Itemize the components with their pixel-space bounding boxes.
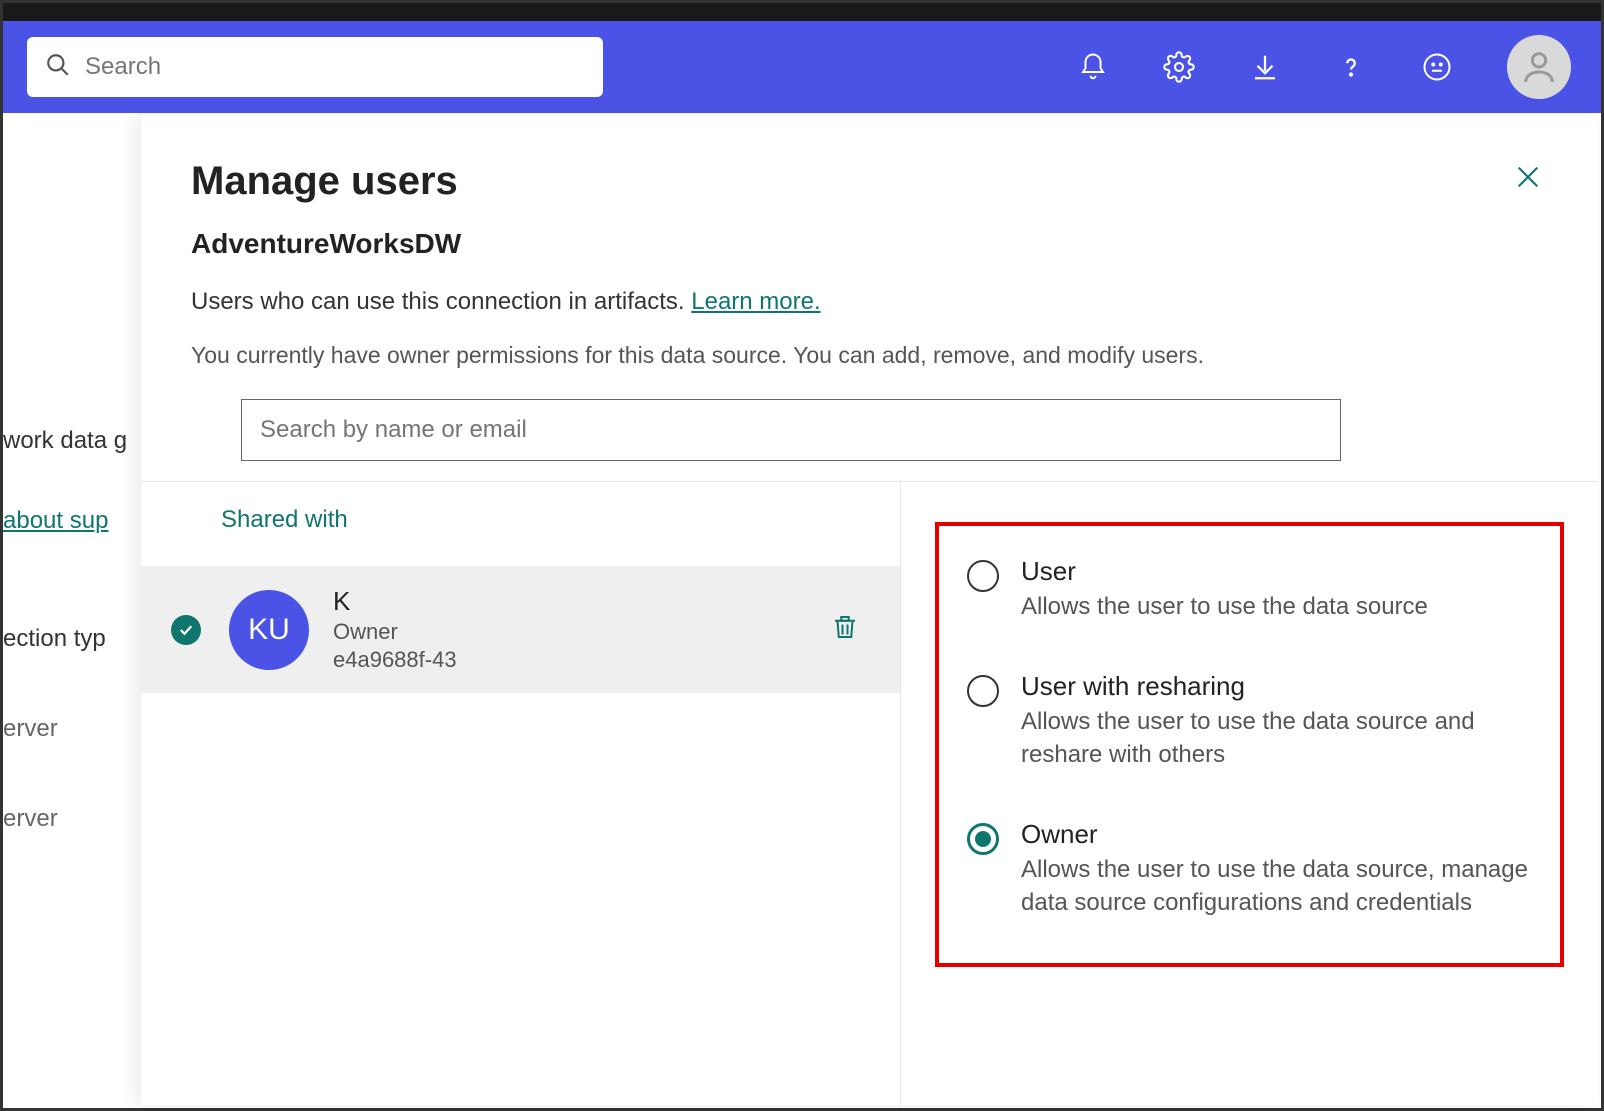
user-search[interactable] (241, 399, 1341, 461)
role-column: User Allows the user to use the data sour… (901, 482, 1598, 1105)
delete-user-button[interactable] (830, 612, 860, 647)
help-icon[interactable] (1335, 51, 1367, 83)
bg-text: work data g (3, 427, 143, 455)
bg-link[interactable]: about sup (3, 507, 143, 535)
window-chrome-strip (3, 3, 1601, 21)
panel-owner-note: You currently have owner permissions for… (191, 342, 1538, 369)
user-row[interactable]: KU K Owner e4a9688f-43 (141, 566, 900, 693)
tab-shared-with[interactable]: Shared with (221, 506, 348, 542)
panel-description: Users who can use this connection in art… (191, 288, 1538, 316)
desc-text: Users who can use this connection in art… (191, 288, 691, 315)
user-meta: K Owner e4a9688f-43 (333, 586, 830, 673)
topbar-actions (1077, 35, 1601, 99)
panel-title: Manage users (191, 159, 1538, 204)
topbar (3, 21, 1601, 113)
radio-description: Allows the user to use the data source, … (1021, 854, 1532, 919)
bg-text: erver (3, 715, 143, 743)
user-avatar[interactable] (1507, 35, 1571, 99)
tab-row: Shared with (141, 506, 900, 542)
bg-text: erver (3, 805, 143, 833)
user-id: e4a9688f-43 (333, 647, 830, 673)
close-button[interactable] (1510, 159, 1546, 195)
panel-subtitle: AdventureWorksDW (191, 228, 1538, 260)
panel-header: Manage users AdventureWorksDW Users who … (141, 115, 1598, 461)
role-highlight-box: User Allows the user to use the data sour… (935, 522, 1564, 967)
radio-description: Allows the user to use the data source (1021, 591, 1532, 623)
settings-icon[interactable] (1163, 51, 1195, 83)
radio-icon (967, 560, 999, 592)
radio-description: Allows the user to use the data source a… (1021, 706, 1532, 771)
user-name: K (333, 586, 830, 617)
role-radio-user-with-resharing[interactable]: User with resharing Allows the user to us… (967, 671, 1532, 771)
users-column: Shared with KU K Owner e4a9688f-43 (141, 482, 901, 1105)
download-icon[interactable] (1249, 51, 1281, 83)
radio-text: User with resharing Allows the user to us… (1021, 671, 1532, 771)
user-search-input[interactable] (260, 416, 1322, 444)
role-radio-user[interactable]: User Allows the user to use the data sour… (967, 556, 1532, 623)
search-icon (45, 52, 71, 83)
radio-text: User Allows the user to use the data sour… (1021, 556, 1532, 623)
global-search-input[interactable] (85, 53, 585, 81)
panel-body: Shared with KU K Owner e4a9688f-43 (141, 482, 1598, 1105)
selected-check-icon (171, 615, 201, 645)
radio-text: Owner Allows the user to use the data sou… (1021, 819, 1532, 919)
learn-more-link[interactable]: Learn more. (691, 288, 820, 315)
role-radio-owner[interactable]: Owner Allows the user to use the data sou… (967, 819, 1532, 919)
radio-icon (967, 675, 999, 707)
radio-label: User with resharing (1021, 671, 1532, 702)
feedback-icon[interactable] (1421, 51, 1453, 83)
global-search[interactable] (27, 37, 603, 97)
user-role: Owner (333, 619, 830, 645)
radio-label: User (1021, 556, 1532, 587)
user-persona-avatar: KU (229, 590, 309, 670)
radio-label: Owner (1021, 819, 1532, 850)
manage-users-panel: Manage users AdventureWorksDW Users who … (141, 115, 1598, 1105)
bg-text: ection typ (3, 625, 143, 653)
notifications-icon[interactable] (1077, 51, 1109, 83)
radio-icon (967, 823, 999, 855)
